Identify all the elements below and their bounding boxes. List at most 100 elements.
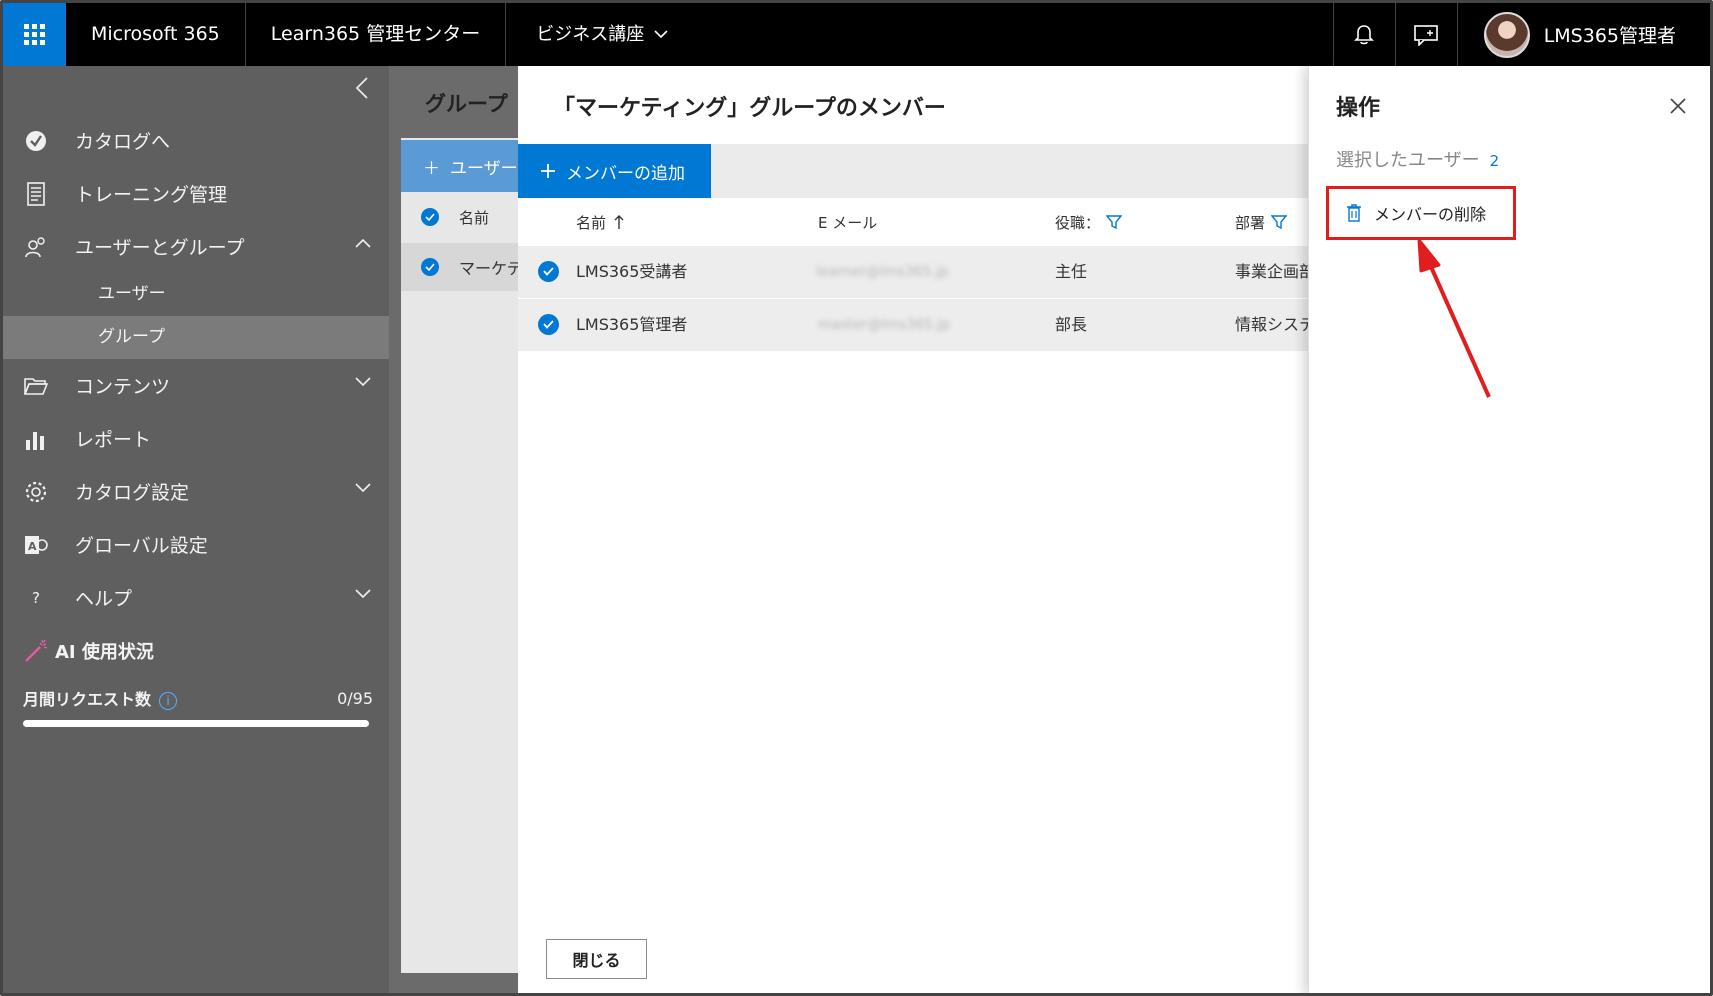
column-header-role[interactable]: 役職：: [1055, 212, 1123, 233]
ai-usage-title: AI 使用状況: [55, 642, 154, 663]
table-row[interactable]: LMS365管理者 master@lms365.jp 部長 情報システム: [518, 299, 1308, 351]
add-member-label: メンバーの追加: [566, 163, 685, 184]
chevron-left-icon[interactable]: [351, 76, 375, 100]
chart-icon: [23, 426, 49, 452]
folder-icon: [23, 373, 49, 399]
column-dept-label: 部署: [1235, 213, 1266, 232]
sort-ascending-icon: [614, 215, 624, 229]
sidebar-item-users-groups[interactable]: ユーザーとグループ: [3, 220, 389, 273]
column-header-email[interactable]: E メール: [818, 212, 877, 233]
avatar: [1483, 11, 1530, 58]
column-header-name[interactable]: 名前: [576, 212, 624, 233]
user-menu[interactable]: LMS365管理者: [1456, 3, 1710, 66]
background-add-user-button: ＋ ユーザー: [401, 140, 526, 192]
action-pane-title: 操作: [1336, 96, 1381, 121]
course-label: ビジネス講座: [536, 24, 645, 45]
help-icon: ?: [32, 588, 40, 607]
row-dept: 情報システム: [1235, 315, 1308, 334]
gear-icon: [23, 479, 49, 505]
user-name: LMS365管理者: [1543, 25, 1676, 47]
waffle-icon: [24, 24, 45, 45]
row-name: LMS365管理者: [576, 315, 688, 334]
plus-icon: [541, 164, 555, 178]
usage-progress-bar: [23, 720, 369, 727]
close-button[interactable]: 閉じる: [546, 939, 647, 979]
chevron-down-icon: [654, 30, 668, 39]
sidebar-item-label: グローバル設定: [75, 535, 208, 557]
filter-icon[interactable]: [1271, 214, 1288, 230]
chevron-down-icon: [355, 377, 371, 387]
users-icon: [23, 234, 49, 260]
check-icon: [421, 208, 439, 226]
close-icon[interactable]: [1668, 96, 1688, 116]
app-window: Microsoft 365 Learn365 管理センター ビジネス講座 LMS…: [0, 0, 1713, 996]
member-panel: 「マーケティング」グループのメンバー メンバーの追加 名前 E メール 役職： …: [518, 66, 1308, 993]
check-icon: [421, 258, 439, 276]
row-role: 主任: [1055, 262, 1088, 281]
sidebar-item-label: カタログ設定: [75, 482, 190, 504]
svg-text:A: A: [28, 540, 37, 553]
add-member-button[interactable]: メンバーの追加: [518, 144, 711, 198]
remove-member-button[interactable]: メンバーの削除: [1326, 186, 1516, 240]
action-pane: 操作 選択したユーザー 2 メンバーの削除: [1308, 66, 1710, 993]
notification-button[interactable]: [1332, 3, 1395, 66]
sidebar-item-global-settings[interactable]: A グローバル設定: [3, 518, 389, 571]
sidebar-item-label: レポート: [75, 429, 152, 451]
row-name: LMS365受講者: [576, 262, 688, 281]
sidebar-item-content[interactable]: コンテンツ: [3, 359, 389, 412]
sidebar: カタログへ トレーニング管理 ユーザーとグループ ユーザー グループ コンテンツ…: [3, 66, 389, 993]
sidebar-subitem-groups[interactable]: グループ: [3, 316, 389, 359]
sidebar-item-label: ヘルプ: [75, 588, 133, 610]
check-icon: [543, 320, 554, 329]
sidebar-item-reports[interactable]: レポート: [3, 412, 389, 465]
sidebar-item-label: トレーニング管理: [75, 184, 228, 206]
sidebar-item-training[interactable]: トレーニング管理: [3, 167, 389, 220]
app-title[interactable]: Learn365 管理センター: [246, 3, 507, 66]
remove-member-label: メンバーの削除: [1374, 205, 1487, 224]
filter-icon[interactable]: [1106, 214, 1123, 230]
row-role: 部長: [1055, 315, 1088, 334]
catalog-icon: [23, 128, 49, 154]
feedback-button[interactable]: [1394, 3, 1457, 66]
sidebar-item-catalog[interactable]: カタログへ: [3, 114, 389, 167]
sidebar-nav: カタログへ トレーニング管理 ユーザーとグループ ユーザー グループ コンテンツ…: [3, 114, 389, 624]
panel-title: 「マーケティング」グループのメンバー: [553, 96, 946, 121]
magic-wand-icon: [25, 639, 48, 662]
row-dept: 事業企画部: [1235, 262, 1308, 281]
app-launcher-button[interactable]: [3, 3, 66, 66]
top-bar: Microsoft 365 Learn365 管理センター ビジネス講座 LMS…: [3, 3, 1710, 66]
row-email: master@lms365.jp: [818, 317, 951, 333]
background-row-name: マーケテ: [459, 259, 523, 278]
course-selector[interactable]: ビジネス講座: [506, 3, 693, 66]
selected-users: 選択したユーザー 2: [1336, 146, 1499, 172]
info-icon[interactable]: i: [159, 692, 178, 710]
background-add-user-label: ユーザー: [450, 158, 518, 179]
sidebar-item-catalog-settings[interactable]: カタログ設定: [3, 465, 389, 518]
table-header: 名前 E メール 役職： 部署: [518, 202, 1308, 242]
table-row[interactable]: LMS365受講者 learner@lms365.jp 主任 事業企画部: [518, 246, 1308, 298]
sidebar-item-label: カタログへ: [75, 131, 171, 153]
bell-icon: [1354, 24, 1375, 44]
plus-icon: ＋: [423, 158, 440, 179]
row-checkbox[interactable]: [538, 314, 559, 335]
background-col-name: 名前: [459, 208, 490, 227]
row-checkbox[interactable]: [538, 261, 559, 282]
column-role-label: 役職：: [1055, 213, 1101, 232]
chevron-down-icon: [355, 589, 371, 599]
column-header-dept[interactable]: 部署: [1235, 212, 1288, 233]
training-icon: [23, 181, 49, 207]
chevron-up-icon: [355, 238, 371, 248]
chevron-down-icon: [355, 483, 371, 493]
sidebar-item-help[interactable]: ? ヘルプ: [3, 571, 389, 624]
ai-usage-section: AI 使用状況 月間リクエスト数 i 0/95: [23, 638, 373, 727]
sidebar-subitem-users[interactable]: ユーザー: [3, 273, 389, 316]
background-page-title: グループ: [425, 92, 508, 116]
selected-users-label: 選択したユーザー: [1336, 150, 1480, 171]
global-settings-icon: A: [23, 532, 49, 558]
brand-label[interactable]: Microsoft 365: [66, 3, 246, 66]
row-email: learner@lms365.jp: [816, 264, 949, 280]
monthly-request-count: 0/95: [337, 688, 373, 708]
column-name-label: 名前: [576, 213, 607, 232]
trash-icon: [1347, 204, 1361, 222]
monthly-request-label: 月間リクエスト数: [23, 690, 152, 709]
